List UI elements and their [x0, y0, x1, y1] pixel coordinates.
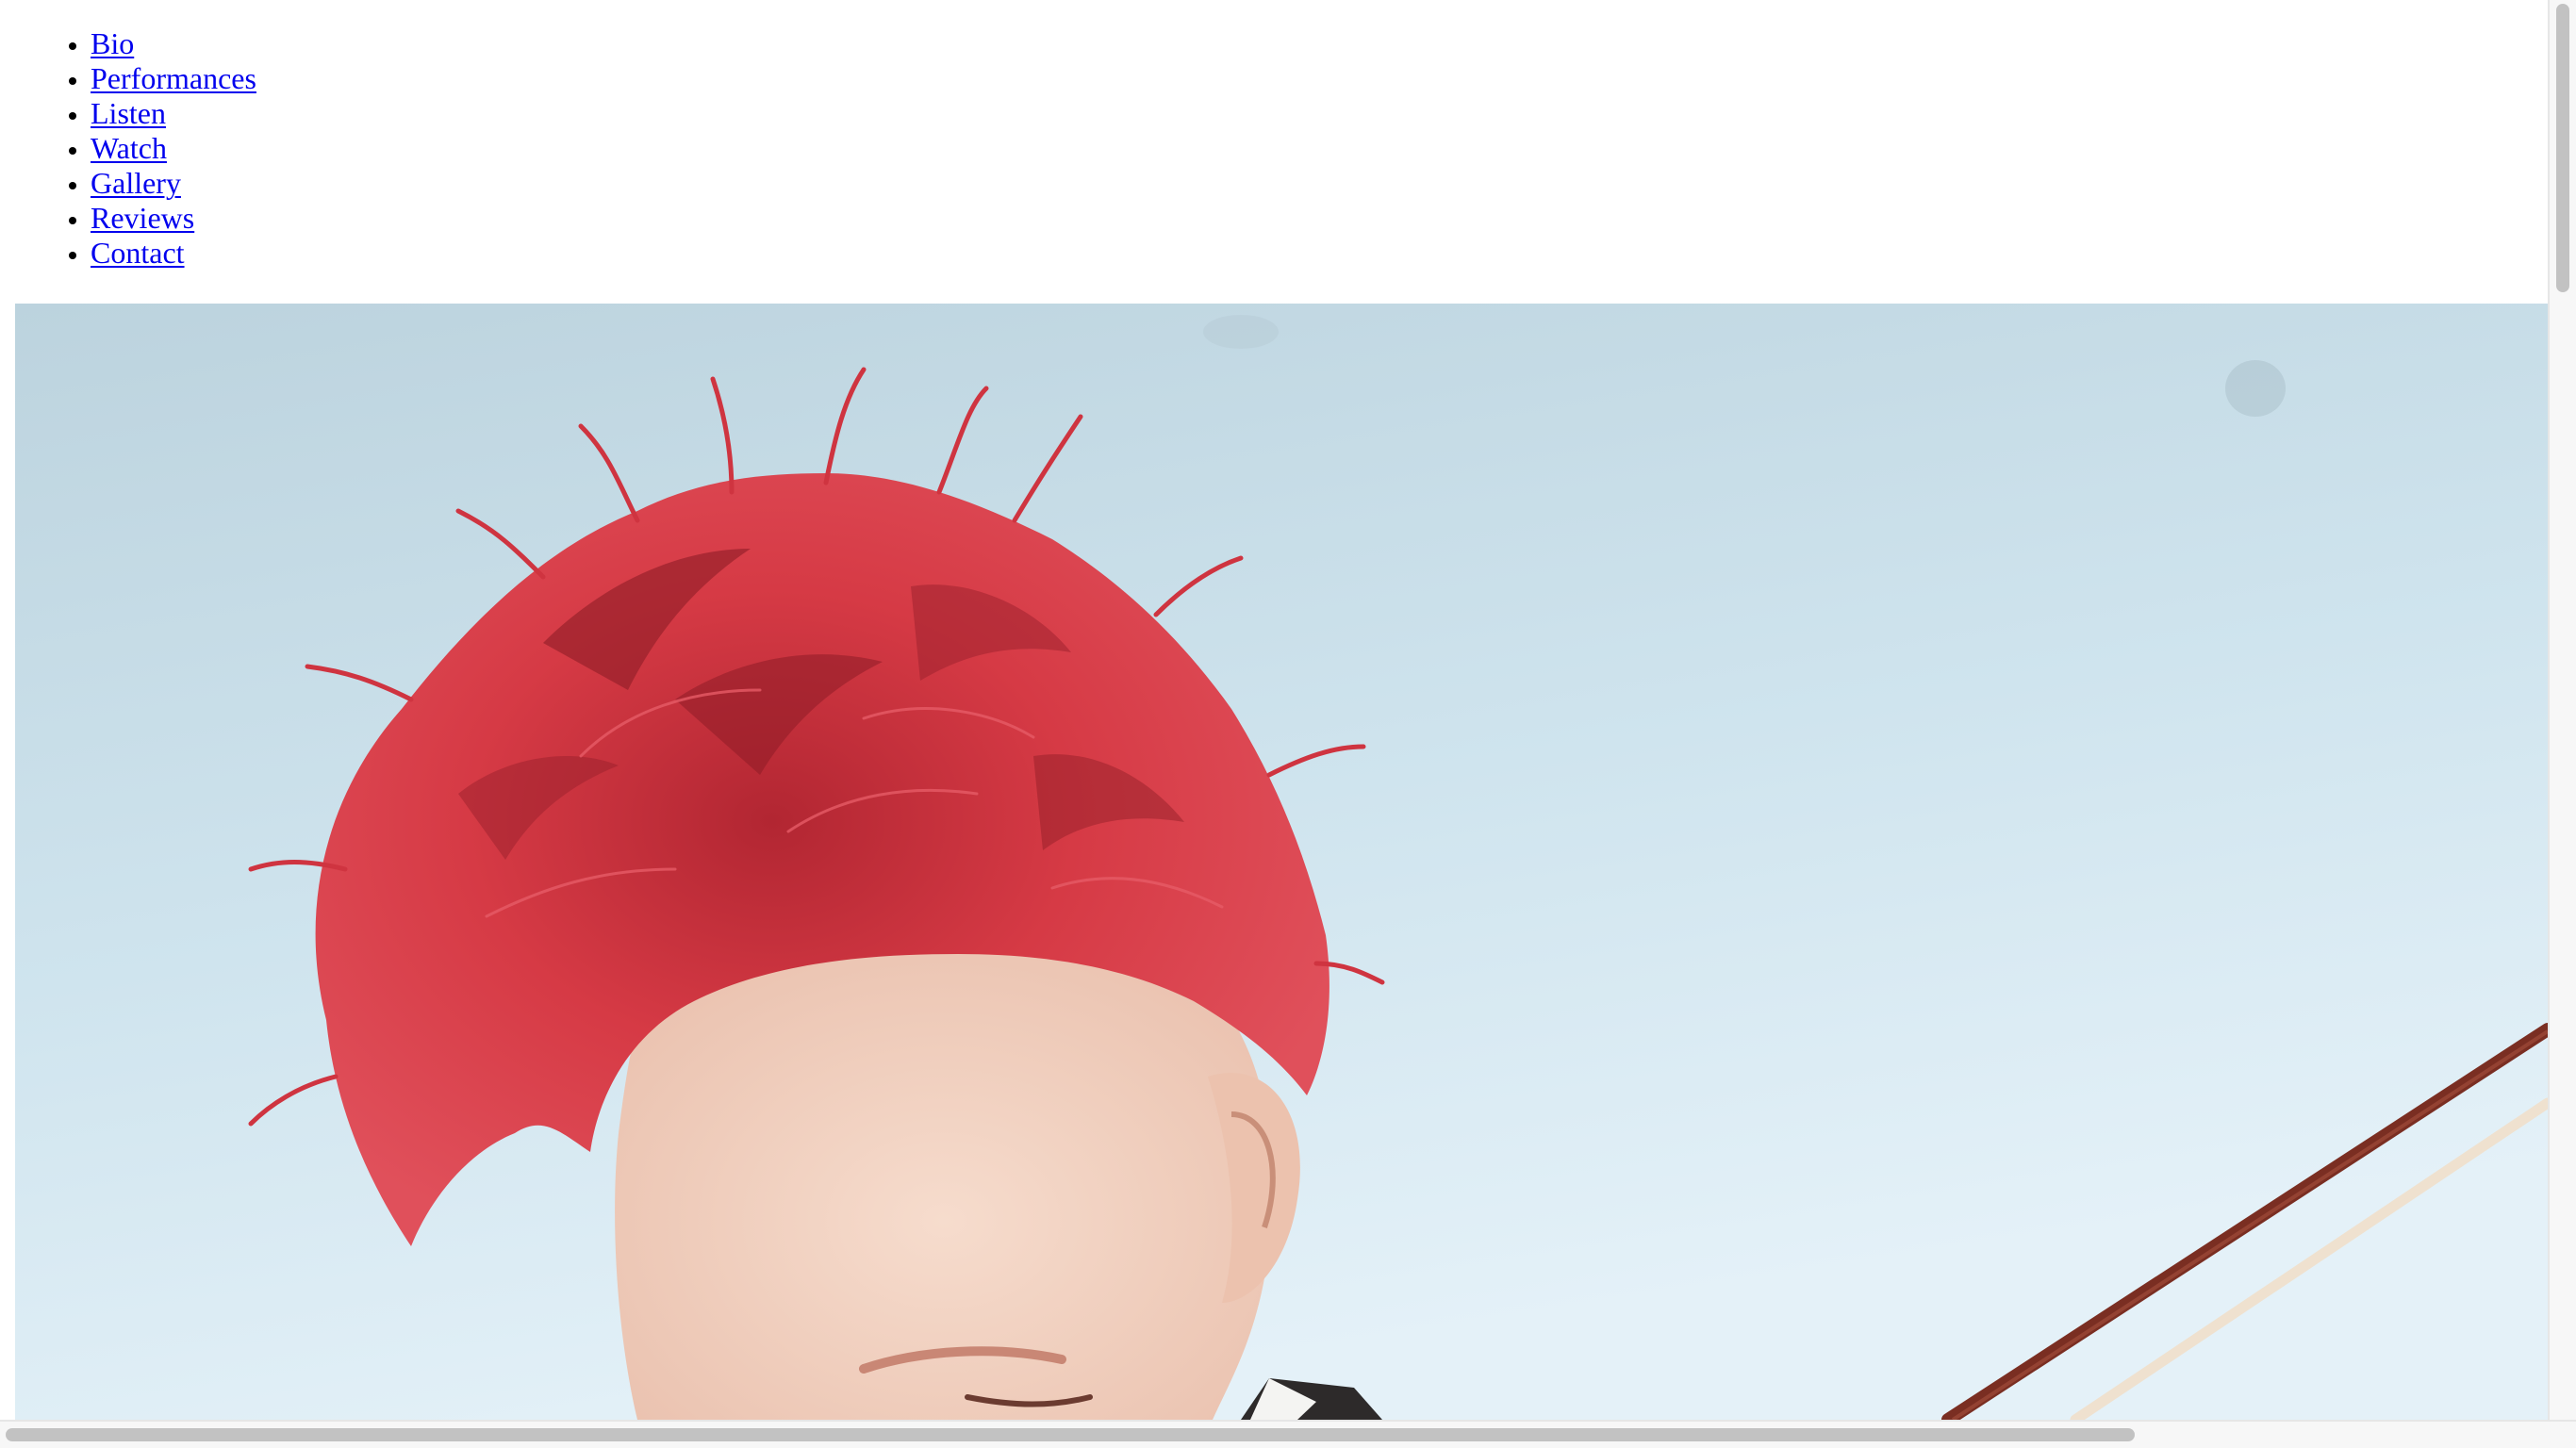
- nav-link-listen[interactable]: Listen: [91, 96, 166, 130]
- nav-item-performances: Performances: [91, 61, 256, 96]
- nav-link-watch[interactable]: Watch: [91, 131, 167, 165]
- nav-item-contact: Contact: [91, 236, 256, 271]
- hero-image: [15, 304, 2548, 1420]
- main-nav: Bio Performances Listen Watch Gallery Re…: [0, 26, 256, 271]
- horizontal-scrollbar[interactable]: [0, 1420, 2576, 1448]
- nav-item-watch: Watch: [91, 131, 256, 166]
- nav-link-performances[interactable]: Performances: [91, 61, 256, 95]
- nav-item-gallery: Gallery: [91, 166, 256, 201]
- nav-link-reviews[interactable]: Reviews: [91, 201, 194, 235]
- nav-item-reviews: Reviews: [91, 201, 256, 236]
- page: Bio Performances Listen Watch Gallery Re…: [0, 0, 2576, 1448]
- horizontal-scrollbar-thumb[interactable]: [6, 1428, 2135, 1441]
- nav-link-gallery[interactable]: Gallery: [91, 166, 181, 200]
- nav-item-bio: Bio: [91, 26, 256, 61]
- nav-link-contact[interactable]: Contact: [91, 236, 185, 270]
- nav-item-listen: Listen: [91, 96, 256, 131]
- vertical-scrollbar-thumb[interactable]: [2556, 4, 2569, 292]
- violinist-photo: [15, 304, 2548, 1420]
- nav-link-bio[interactable]: Bio: [91, 26, 134, 60]
- vertical-scrollbar[interactable]: [2548, 0, 2576, 1420]
